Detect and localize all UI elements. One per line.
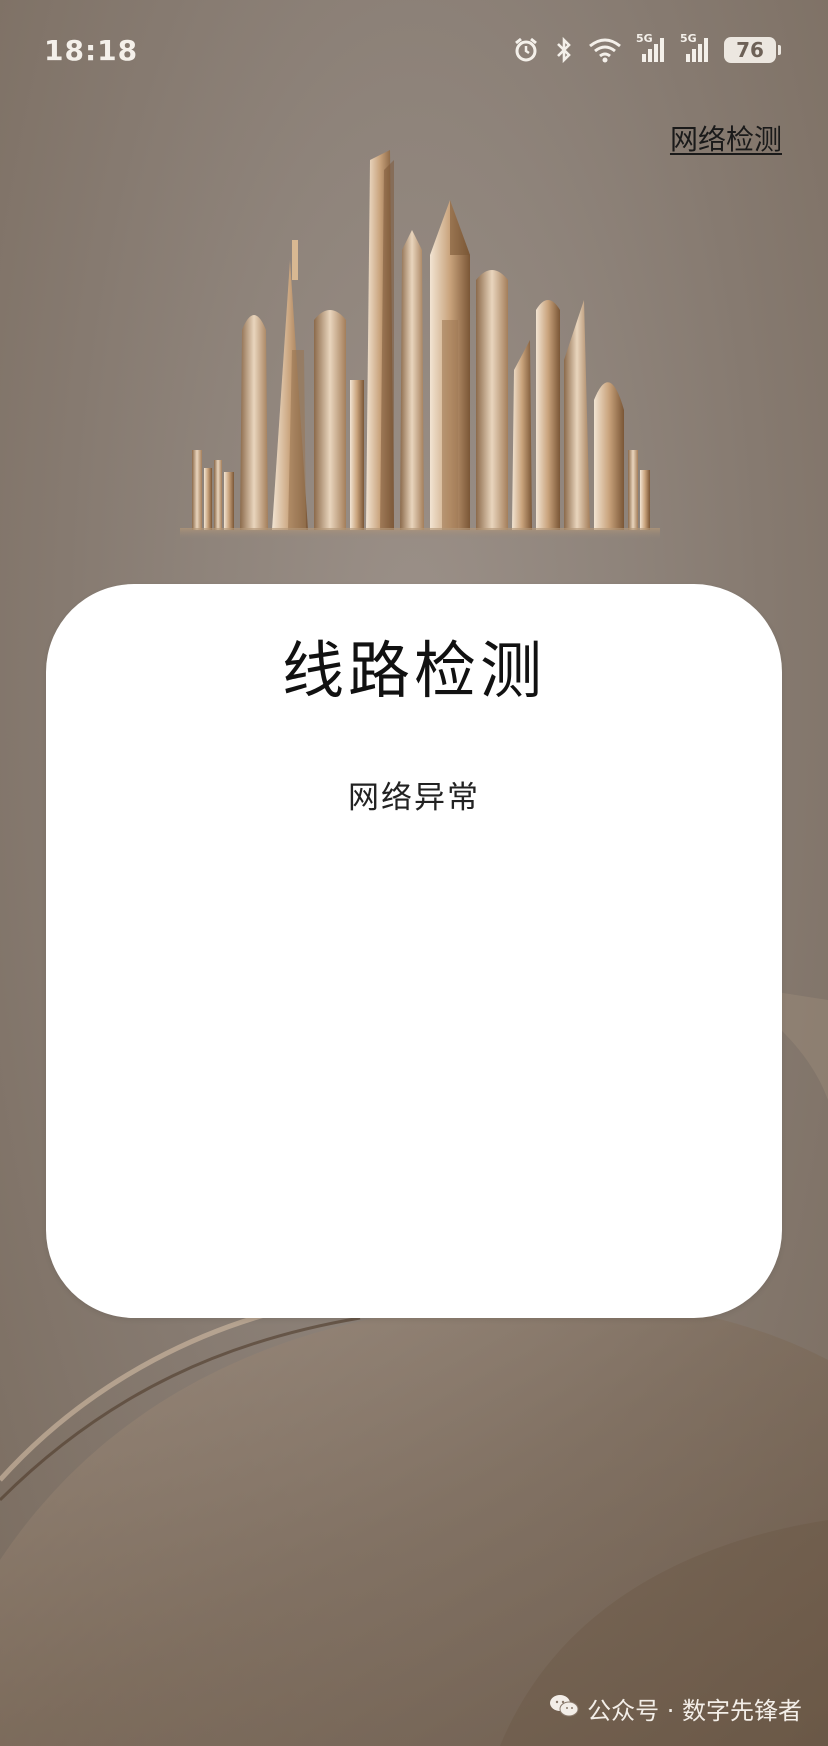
alarm-icon — [512, 36, 540, 64]
signal-icon: 5G — [636, 32, 666, 64]
network-check-link[interactable]: 网络检测 — [670, 118, 782, 158]
status-icons: 5G 5G 76 — [512, 32, 781, 64]
city-skyline-illustration — [180, 150, 660, 540]
wifi-icon — [588, 37, 622, 63]
wechat-icon — [549, 1693, 579, 1725]
status-bar: 18:18 5G 5G 76 — [0, 0, 828, 104]
watermark-text: 公众号 · 数字先锋者 — [587, 1697, 802, 1725]
bluetooth-icon — [554, 36, 574, 64]
status-time: 18:18 — [44, 34, 139, 67]
battery-icon: 76 — [724, 37, 781, 63]
signal-icon: 5G — [680, 32, 710, 64]
line-check-card: 线路检测 网络异常 — [46, 584, 782, 1318]
network-status-text: 网络异常 — [348, 780, 480, 816]
card-title: 线路检测 — [281, 634, 546, 707]
watermark: 公众号 · 数字先锋者 — [549, 1691, 802, 1726]
